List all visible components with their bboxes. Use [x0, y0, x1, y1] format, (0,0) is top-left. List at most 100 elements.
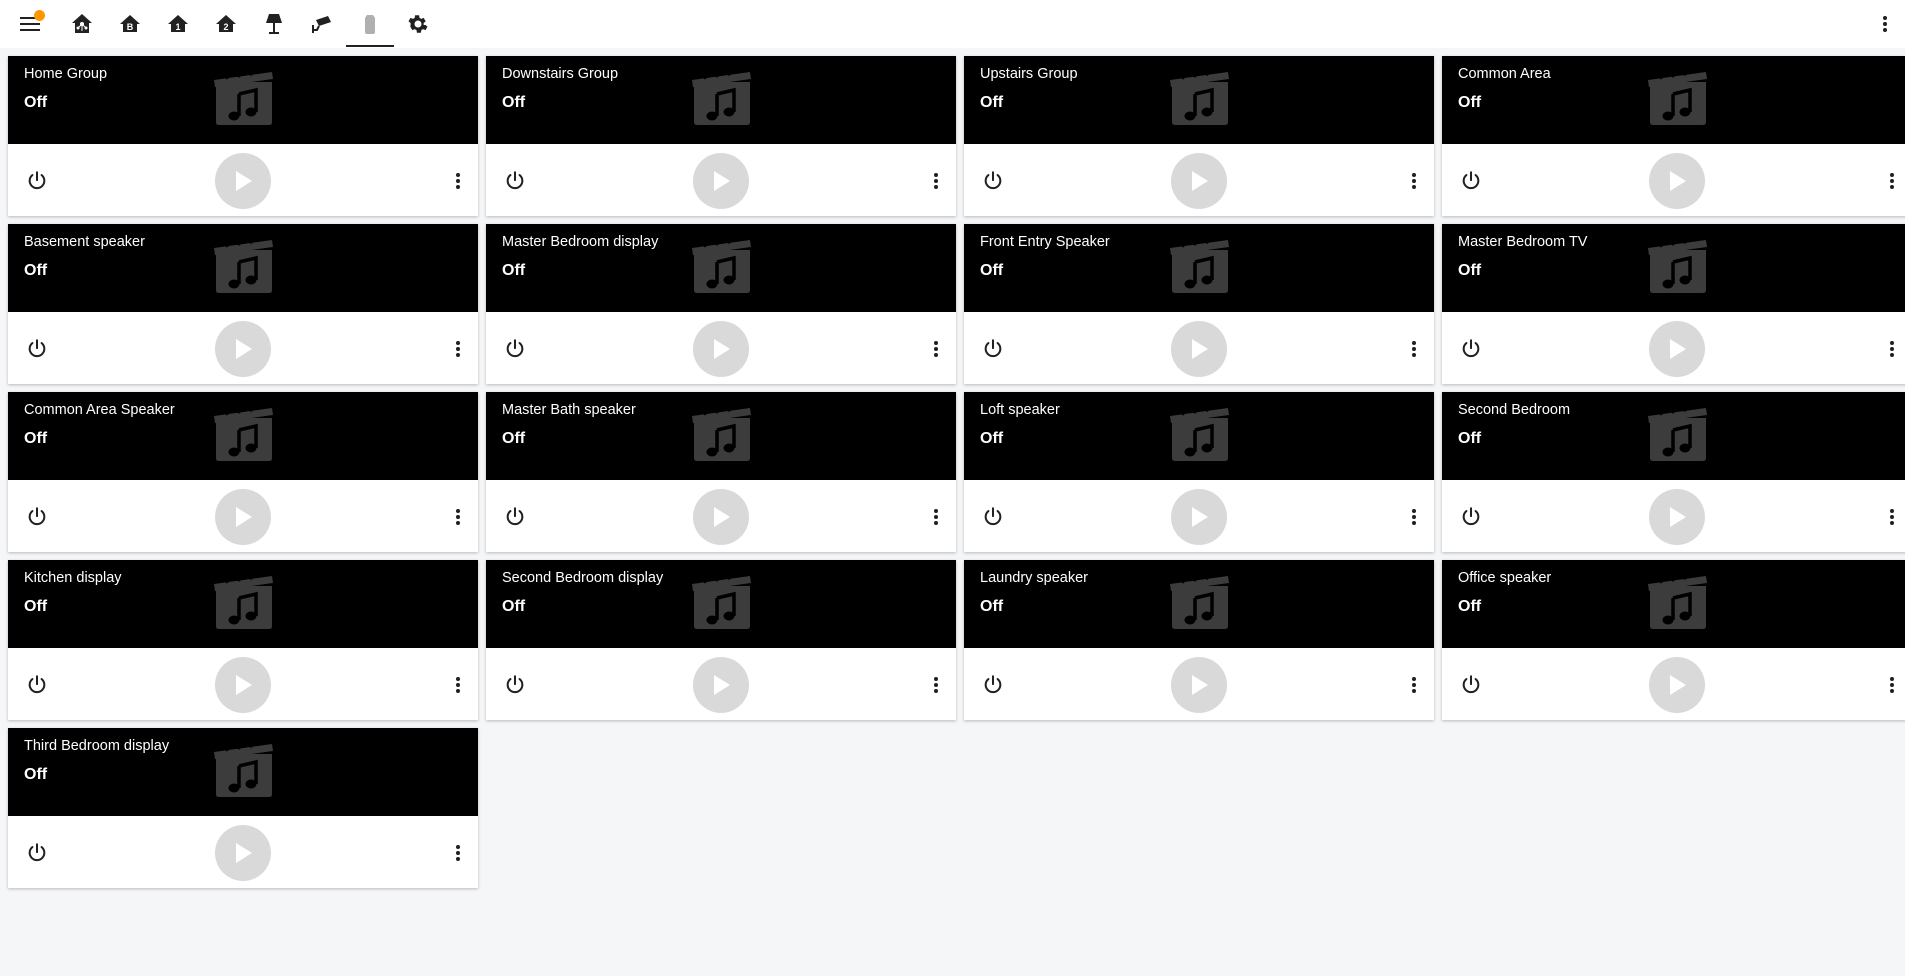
play-button[interactable] [1171, 153, 1227, 209]
power-button[interactable] [24, 504, 50, 530]
media-player-state: Off [1458, 94, 1482, 111]
media-player-header[interactable]: Master Bedroom display Off [486, 224, 956, 312]
play-button[interactable] [1171, 321, 1227, 377]
play-button[interactable] [1649, 489, 1705, 545]
more-options-button[interactable] [926, 504, 946, 530]
more-options-button[interactable] [448, 168, 468, 194]
more-options-button[interactable] [1882, 336, 1902, 362]
power-button[interactable] [24, 672, 50, 698]
more-options-button[interactable] [448, 840, 468, 866]
media-player-header[interactable]: Second Bedroom display Off [486, 560, 956, 648]
media-player-card: Laundry speaker Off [964, 560, 1434, 720]
media-player-card: Office speaker Off [1442, 560, 1905, 720]
media-player-controls [1442, 312, 1905, 384]
more-options-button[interactable] [1404, 504, 1424, 530]
tab-cameras[interactable] [298, 0, 346, 48]
more-options-button[interactable] [926, 336, 946, 362]
power-button[interactable] [980, 168, 1006, 194]
media-player-state: Off [24, 430, 48, 447]
more-options-button[interactable] [1404, 672, 1424, 698]
media-player-card: Kitchen display Off [8, 560, 478, 720]
media-player-header[interactable]: Master Bath speaker Off [486, 392, 956, 480]
dots-vertical-icon [1890, 173, 1894, 189]
play-button[interactable] [215, 657, 271, 713]
media-player-name: Downstairs Group [502, 66, 619, 82]
play-button[interactable] [693, 657, 749, 713]
play-button[interactable] [215, 489, 271, 545]
play-button[interactable] [693, 153, 749, 209]
power-button[interactable] [502, 672, 528, 698]
play-button[interactable] [693, 321, 749, 377]
media-player-header[interactable]: Common Area Off [1442, 56, 1905, 144]
media-player-header[interactable]: Downstairs Group Off [486, 56, 956, 144]
power-button[interactable] [24, 336, 50, 362]
movie-music-icon [692, 240, 751, 293]
more-options-button[interactable] [926, 168, 946, 194]
media-player-header[interactable]: Front Entry Speaker Off [964, 224, 1434, 312]
power-button[interactable] [502, 336, 528, 362]
more-options-button[interactable] [926, 672, 946, 698]
more-options-button[interactable] [1882, 672, 1902, 698]
toolbar-overflow-button[interactable] [1873, 12, 1897, 36]
media-player-header[interactable]: Laundry speaker Off [964, 560, 1434, 648]
media-player-state: Off [502, 262, 526, 279]
play-button[interactable] [1649, 321, 1705, 377]
power-button[interactable] [502, 168, 528, 194]
more-options-button[interactable] [448, 336, 468, 362]
play-icon [1192, 675, 1208, 695]
play-button[interactable] [1171, 657, 1227, 713]
play-button[interactable] [215, 153, 271, 209]
media-player-header[interactable]: Basement speaker Off [8, 224, 478, 312]
play-button[interactable] [1649, 153, 1705, 209]
media-player-header[interactable]: Home Group Off [8, 56, 478, 144]
tab-lights[interactable] [250, 0, 298, 48]
play-icon [1670, 339, 1686, 359]
power-button[interactable] [980, 336, 1006, 362]
notification-badge [34, 10, 45, 21]
media-player-card: Loft speaker Off [964, 392, 1434, 552]
more-options-button[interactable] [448, 504, 468, 530]
power-button[interactable] [1458, 168, 1484, 194]
media-player-controls [8, 312, 478, 384]
more-options-button[interactable] [1882, 168, 1902, 194]
power-button[interactable] [24, 840, 50, 866]
more-options-button[interactable] [1404, 168, 1424, 194]
play-icon [236, 339, 252, 359]
dots-vertical-icon [456, 845, 460, 861]
power-button[interactable] [1458, 504, 1484, 530]
media-player-header[interactable]: Kitchen display Off [8, 560, 478, 648]
play-button[interactable] [1171, 489, 1227, 545]
cctv-icon [312, 16, 331, 33]
more-options-button[interactable] [448, 672, 468, 698]
media-player-header[interactable]: Master Bedroom TV Off [1442, 224, 1905, 312]
tab-settings[interactable] [394, 0, 442, 48]
power-button[interactable] [1458, 672, 1484, 698]
play-button[interactable] [693, 489, 749, 545]
media-player-controls [964, 312, 1434, 384]
more-options-button[interactable] [1882, 504, 1902, 530]
media-player-header[interactable]: Common Area Speaker Off [8, 392, 478, 480]
media-player-card: Second Bedroom Off [1442, 392, 1905, 552]
play-button[interactable] [1649, 657, 1705, 713]
media-player-header[interactable]: Loft speaker Off [964, 392, 1434, 480]
tab-floor-2[interactable]: 2 [202, 0, 250, 48]
power-button[interactable] [24, 168, 50, 194]
media-player-header[interactable]: Upstairs Group Off [964, 56, 1434, 144]
tab-floor-1[interactable]: 1 [154, 0, 202, 48]
play-button[interactable] [215, 825, 271, 881]
power-button[interactable] [980, 504, 1006, 530]
media-player-state: Off [24, 94, 48, 111]
power-button[interactable] [1458, 336, 1484, 362]
tab-home[interactable] [58, 0, 106, 48]
power-button[interactable] [502, 504, 528, 530]
media-player-header[interactable]: Office speaker Off [1442, 560, 1905, 648]
media-player-name: Kitchen display [24, 570, 122, 586]
power-button[interactable] [980, 672, 1006, 698]
tab-media[interactable] [346, 0, 394, 48]
tab-basement[interactable]: B [106, 0, 154, 48]
play-button[interactable] [215, 321, 271, 377]
media-player-card: Second Bedroom display Off [486, 560, 956, 720]
media-player-header[interactable]: Second Bedroom Off [1442, 392, 1905, 480]
more-options-button[interactable] [1404, 336, 1424, 362]
media-player-header[interactable]: Third Bedroom display Off [8, 728, 478, 816]
